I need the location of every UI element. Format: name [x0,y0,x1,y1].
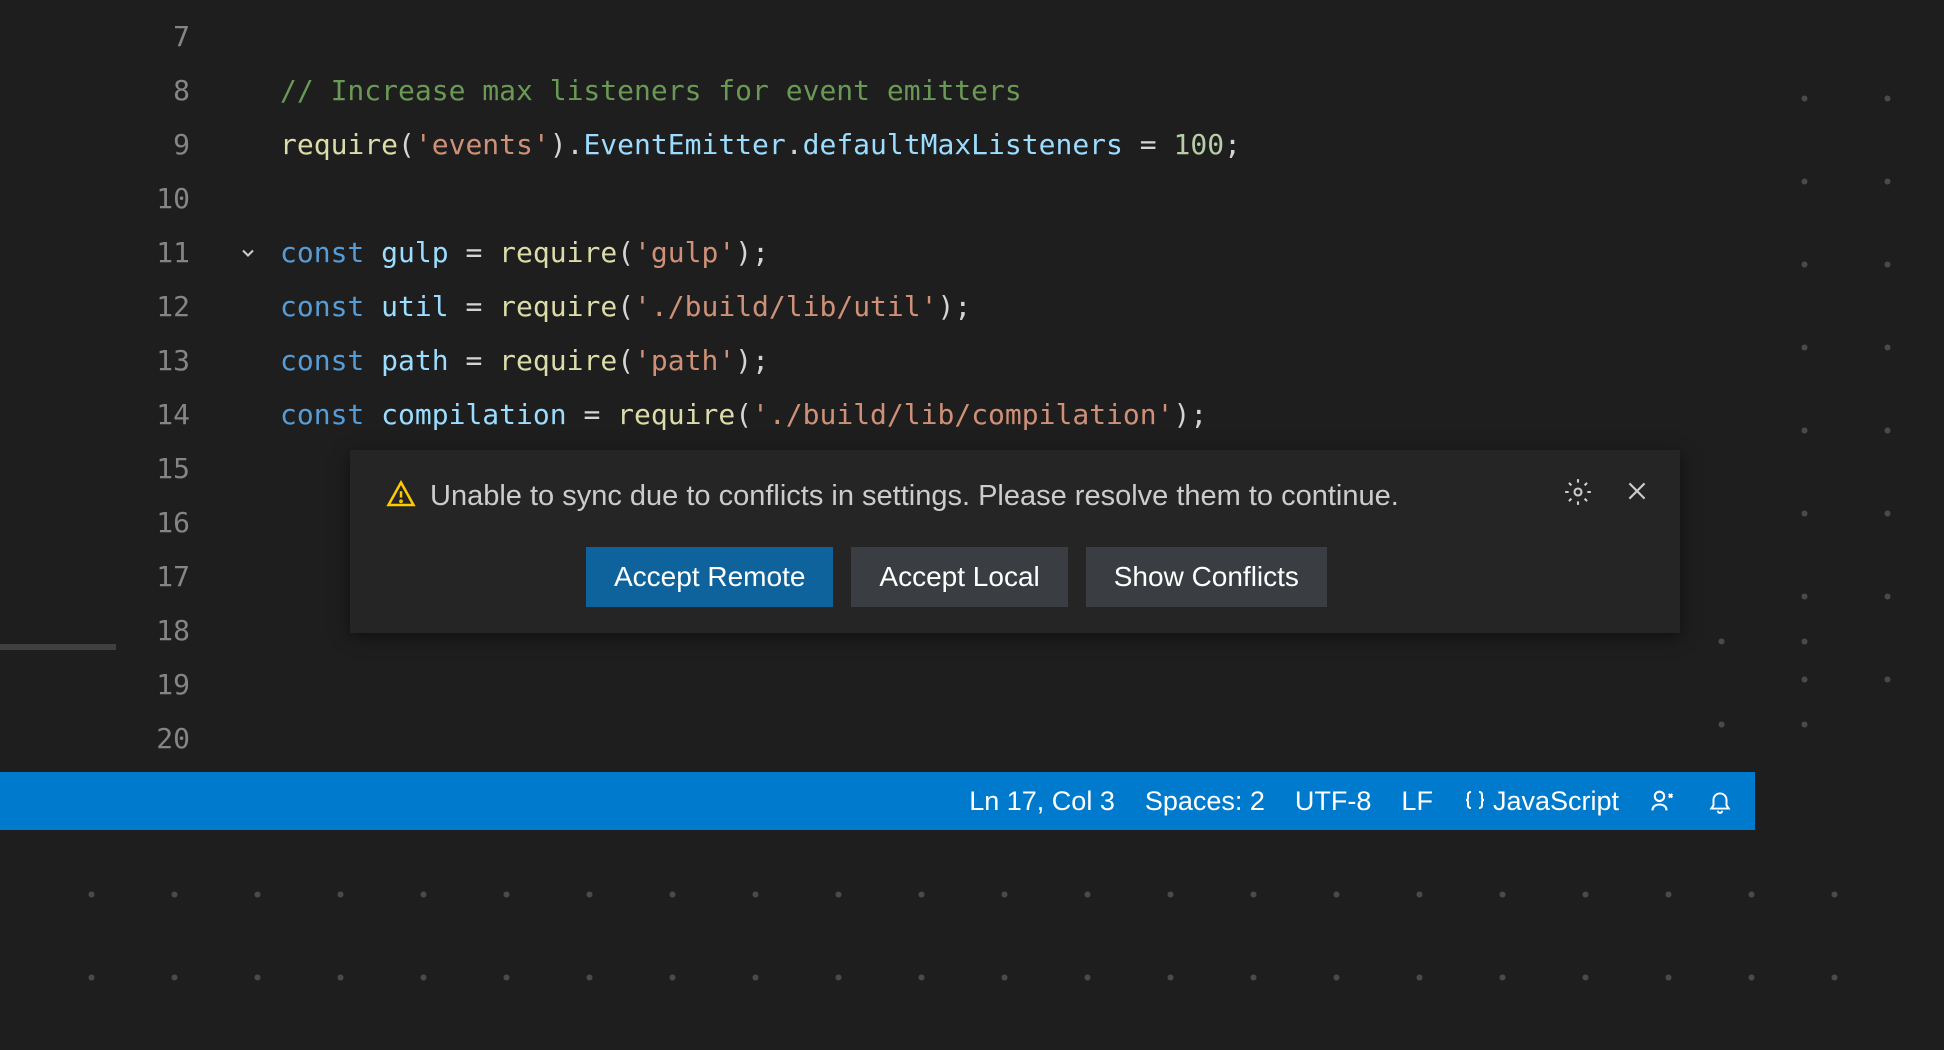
code-line[interactable]: 8// Increase max listeners for event emi… [0,64,1944,118]
line-number: 20 [0,712,230,766]
language-mode[interactable]: JavaScript [1463,786,1619,817]
sync-conflict-notification: Unable to sync due to conflicts in setti… [350,450,1680,633]
line-number: 17 [0,550,230,604]
notification-header: Unable to sync due to conflicts in setti… [386,476,1650,517]
accept-local-button[interactable]: Accept Local [851,547,1067,607]
line-number: 7 [0,10,230,64]
code-content[interactable]: // Increase max listeners for event emit… [230,64,1022,118]
code-content[interactable]: const util = require('./build/lib/util')… [230,280,971,334]
code-content[interactable]: require('events').EventEmitter.defaultMa… [230,118,1241,172]
language-label: JavaScript [1493,786,1619,817]
line-number: 10 [0,172,230,226]
warning-icon [386,480,416,515]
bell-icon[interactable] [1707,788,1733,814]
code-line[interactable]: 11const gulp = require('gulp'); [0,226,1944,280]
line-number: 19 [0,658,230,712]
line-number: 8 [0,64,230,118]
line-number: 11 [0,226,230,280]
feedback-icon[interactable] [1649,787,1677,815]
encoding[interactable]: UTF-8 [1295,786,1372,817]
line-number: 16 [0,496,230,550]
code-line[interactable]: 13const path = require('path'); [0,334,1944,388]
code-line[interactable]: 19 [0,658,1944,712]
decorative-dots [1680,600,1810,780]
show-conflicts-button[interactable]: Show Conflicts [1086,547,1327,607]
code-line[interactable]: 10 [0,172,1944,226]
notification-message: Unable to sync due to conflicts in setti… [430,476,1550,517]
accept-remote-button[interactable]: Accept Remote [586,547,833,607]
line-number: 14 [0,388,230,442]
notification-actions: Accept Remote Accept Local Show Conflict… [586,547,1650,607]
cursor-position[interactable]: Ln 17, Col 3 [969,786,1115,817]
line-number: 12 [0,280,230,334]
gear-icon[interactable] [1564,478,1592,511]
braces-icon [1463,789,1487,813]
line-number: 15 [0,442,230,496]
code-content[interactable]: const gulp = require('gulp'); [230,226,769,280]
decorative-dots [50,853,1880,1033]
indentation[interactable]: Spaces: 2 [1145,786,1265,817]
code-line[interactable]: 20 [0,712,1944,766]
chevron-down-icon[interactable] [236,241,260,265]
close-icon[interactable] [1624,478,1650,509]
editor-container: 78// Increase max listeners for event em… [0,0,1944,1050]
code-line[interactable]: 9require('events').EventEmitter.defaultM… [0,118,1944,172]
line-number: 18 [0,604,230,658]
line-number: 9 [0,118,230,172]
line-number: 13 [0,334,230,388]
code-content[interactable]: const compilation = require('./build/lib… [230,388,1207,442]
end-of-line[interactable]: LF [1401,786,1433,817]
code-line[interactable]: 14const compilation = require('./build/l… [0,388,1944,442]
code-content[interactable]: const path = require('path'); [230,334,769,388]
status-bar: Ln 17, Col 3 Spaces: 2 UTF-8 LF JavaScri… [0,772,1755,830]
code-editor[interactable]: 78// Increase max listeners for event em… [0,0,1944,766]
code-line[interactable]: 7 [0,10,1944,64]
code-line[interactable]: 12const util = require('./build/lib/util… [0,280,1944,334]
